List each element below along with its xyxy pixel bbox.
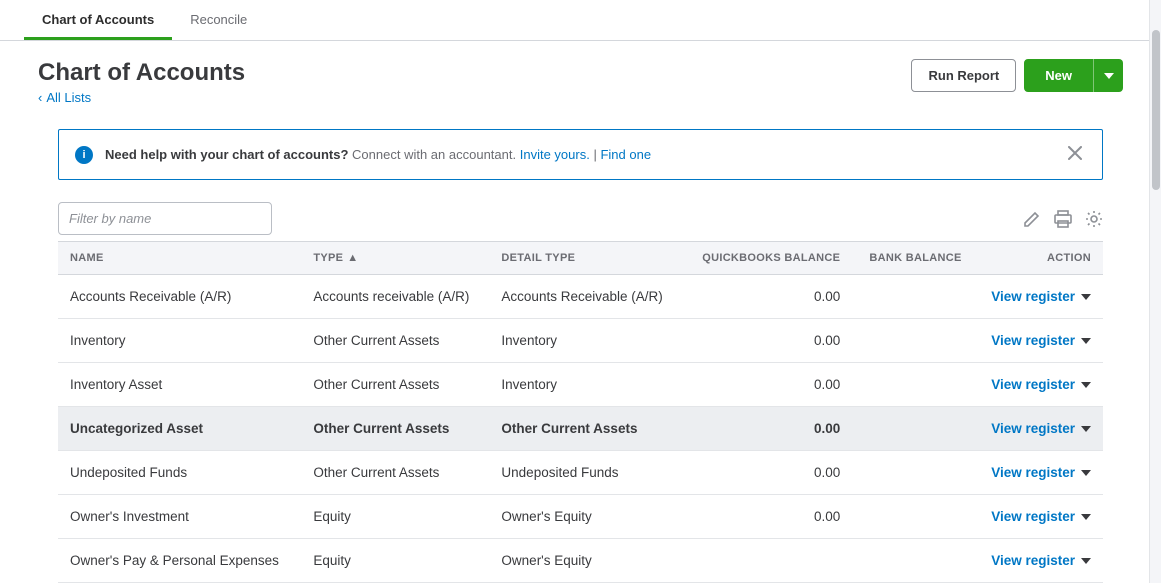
page-title: Chart of Accounts	[38, 59, 245, 87]
run-report-button[interactable]: Run Report	[911, 59, 1016, 92]
col-detail[interactable]: DETAIL TYPE	[489, 242, 683, 275]
header-actions: Run Report New	[911, 59, 1123, 92]
cell-qb-balance: 0.00	[683, 451, 852, 495]
tab-reconcile[interactable]: Reconcile	[172, 0, 265, 40]
cell-action: View register	[974, 539, 1103, 583]
cell-action: View register	[974, 275, 1103, 319]
info-icon: i	[75, 146, 93, 164]
caret-down-icon	[1081, 558, 1091, 564]
caret-down-icon	[1081, 470, 1091, 476]
cell-qb-balance	[683, 539, 852, 583]
help-banner: i Need help with your chart of accounts?…	[58, 129, 1103, 180]
view-register-link[interactable]: View register	[991, 421, 1091, 436]
table-row: Owner's InvestmentEquityOwner's Equity0.…	[58, 495, 1103, 539]
table-row: Owner's Pay & Personal ExpensesEquityOwn…	[58, 539, 1103, 583]
accounts-table: NAME TYPE▲ DETAIL TYPE QUICKBOOKS BALANC…	[58, 241, 1103, 583]
table-row: InventoryOther Current AssetsInventory0.…	[58, 319, 1103, 363]
caret-down-icon	[1081, 382, 1091, 388]
view-register-link[interactable]: View register	[991, 509, 1091, 524]
cell-qb-balance: 0.00	[683, 319, 852, 363]
cell-type: Other Current Assets	[301, 363, 489, 407]
help-banner-content: i Need help with your chart of accounts?…	[75, 146, 651, 164]
col-qb-balance[interactable]: QUICKBOOKS BALANCE	[683, 242, 852, 275]
col-action: ACTION	[974, 242, 1103, 275]
cell-bank-balance	[852, 451, 973, 495]
cell-bank-balance	[852, 407, 973, 451]
cell-name: Owner's Investment	[58, 495, 301, 539]
table-row: Undeposited FundsOther Current AssetsUnd…	[58, 451, 1103, 495]
cell-qb-balance: 0.00	[683, 275, 852, 319]
cell-name: Uncategorized Asset	[58, 407, 301, 451]
cell-action: View register	[974, 363, 1103, 407]
cell-detail: Other Current Assets	[489, 407, 683, 451]
scrollbar[interactable]	[1149, 0, 1161, 583]
cell-qb-balance: 0.00	[683, 363, 852, 407]
sort-asc-icon: ▲	[347, 252, 358, 264]
cell-name: Undeposited Funds	[58, 451, 301, 495]
top-tabs: Chart of Accounts Reconcile	[0, 0, 1161, 41]
table-row: Uncategorized AssetOther Current AssetsO…	[58, 407, 1103, 451]
cell-action: View register	[974, 407, 1103, 451]
cell-name: Inventory Asset	[58, 363, 301, 407]
pencil-icon[interactable]	[1023, 210, 1041, 228]
cell-detail: Owner's Equity	[489, 495, 683, 539]
banner-bold: Need help with your chart of accounts?	[105, 147, 348, 162]
view-register-link[interactable]: View register	[991, 465, 1091, 480]
cell-name: Accounts Receivable (A/R)	[58, 275, 301, 319]
cell-detail: Accounts Receivable (A/R)	[489, 275, 683, 319]
banner-invite-link[interactable]: Invite yours.	[520, 147, 590, 162]
cell-bank-balance	[852, 495, 973, 539]
cell-qb-balance: 0.00	[683, 407, 852, 451]
filter-input[interactable]	[58, 202, 272, 235]
cell-bank-balance	[852, 275, 973, 319]
cell-action: View register	[974, 319, 1103, 363]
scrollbar-thumb[interactable]	[1152, 30, 1160, 190]
new-dropdown-button[interactable]	[1093, 59, 1123, 92]
cell-type: Equity	[301, 539, 489, 583]
cell-detail: Inventory	[489, 319, 683, 363]
caret-down-icon	[1081, 514, 1091, 520]
cell-action: View register	[974, 495, 1103, 539]
cell-bank-balance	[852, 539, 973, 583]
table-tools	[1023, 210, 1103, 228]
cell-type: Other Current Assets	[301, 319, 489, 363]
col-type[interactable]: TYPE▲	[301, 242, 489, 275]
caret-down-icon	[1104, 73, 1114, 79]
cell-type: Other Current Assets	[301, 407, 489, 451]
breadcrumb-all-lists[interactable]: ‹ All Lists	[38, 90, 91, 105]
cell-detail: Owner's Equity	[489, 539, 683, 583]
cell-bank-balance	[852, 363, 973, 407]
cell-type: Equity	[301, 495, 489, 539]
cell-detail: Undeposited Funds	[489, 451, 683, 495]
cell-bank-balance	[852, 319, 973, 363]
cell-qb-balance: 0.00	[683, 495, 852, 539]
cell-name: Owner's Pay & Personal Expenses	[58, 539, 301, 583]
banner-find-link[interactable]: Find one	[600, 147, 651, 162]
banner-text: Connect with an accountant.	[352, 147, 516, 162]
cell-type: Accounts receivable (A/R)	[301, 275, 489, 319]
close-icon[interactable]	[1064, 142, 1086, 167]
view-register-link[interactable]: View register	[991, 377, 1091, 392]
view-register-link[interactable]: View register	[991, 333, 1091, 348]
view-register-link[interactable]: View register	[991, 553, 1091, 568]
gear-icon[interactable]	[1085, 210, 1103, 228]
breadcrumb-label: All Lists	[46, 90, 91, 105]
cell-type: Other Current Assets	[301, 451, 489, 495]
caret-down-icon	[1081, 294, 1091, 300]
tab-chart-of-accounts[interactable]: Chart of Accounts	[24, 0, 172, 40]
caret-down-icon	[1081, 426, 1091, 432]
page-title-block: Chart of Accounts ‹ All Lists	[38, 59, 245, 105]
cell-action: View register	[974, 451, 1103, 495]
caret-down-icon	[1081, 338, 1091, 344]
new-button[interactable]: New	[1024, 59, 1093, 92]
printer-icon[interactable]	[1053, 210, 1073, 228]
table-row: Inventory AssetOther Current AssetsInven…	[58, 363, 1103, 407]
cell-detail: Inventory	[489, 363, 683, 407]
table-row: Accounts Receivable (A/R)Accounts receiv…	[58, 275, 1103, 319]
col-bank-balance[interactable]: BANK BALANCE	[852, 242, 973, 275]
chevron-left-icon: ‹	[38, 90, 42, 105]
view-register-link[interactable]: View register	[991, 289, 1091, 304]
col-name[interactable]: NAME	[58, 242, 301, 275]
cell-name: Inventory	[58, 319, 301, 363]
